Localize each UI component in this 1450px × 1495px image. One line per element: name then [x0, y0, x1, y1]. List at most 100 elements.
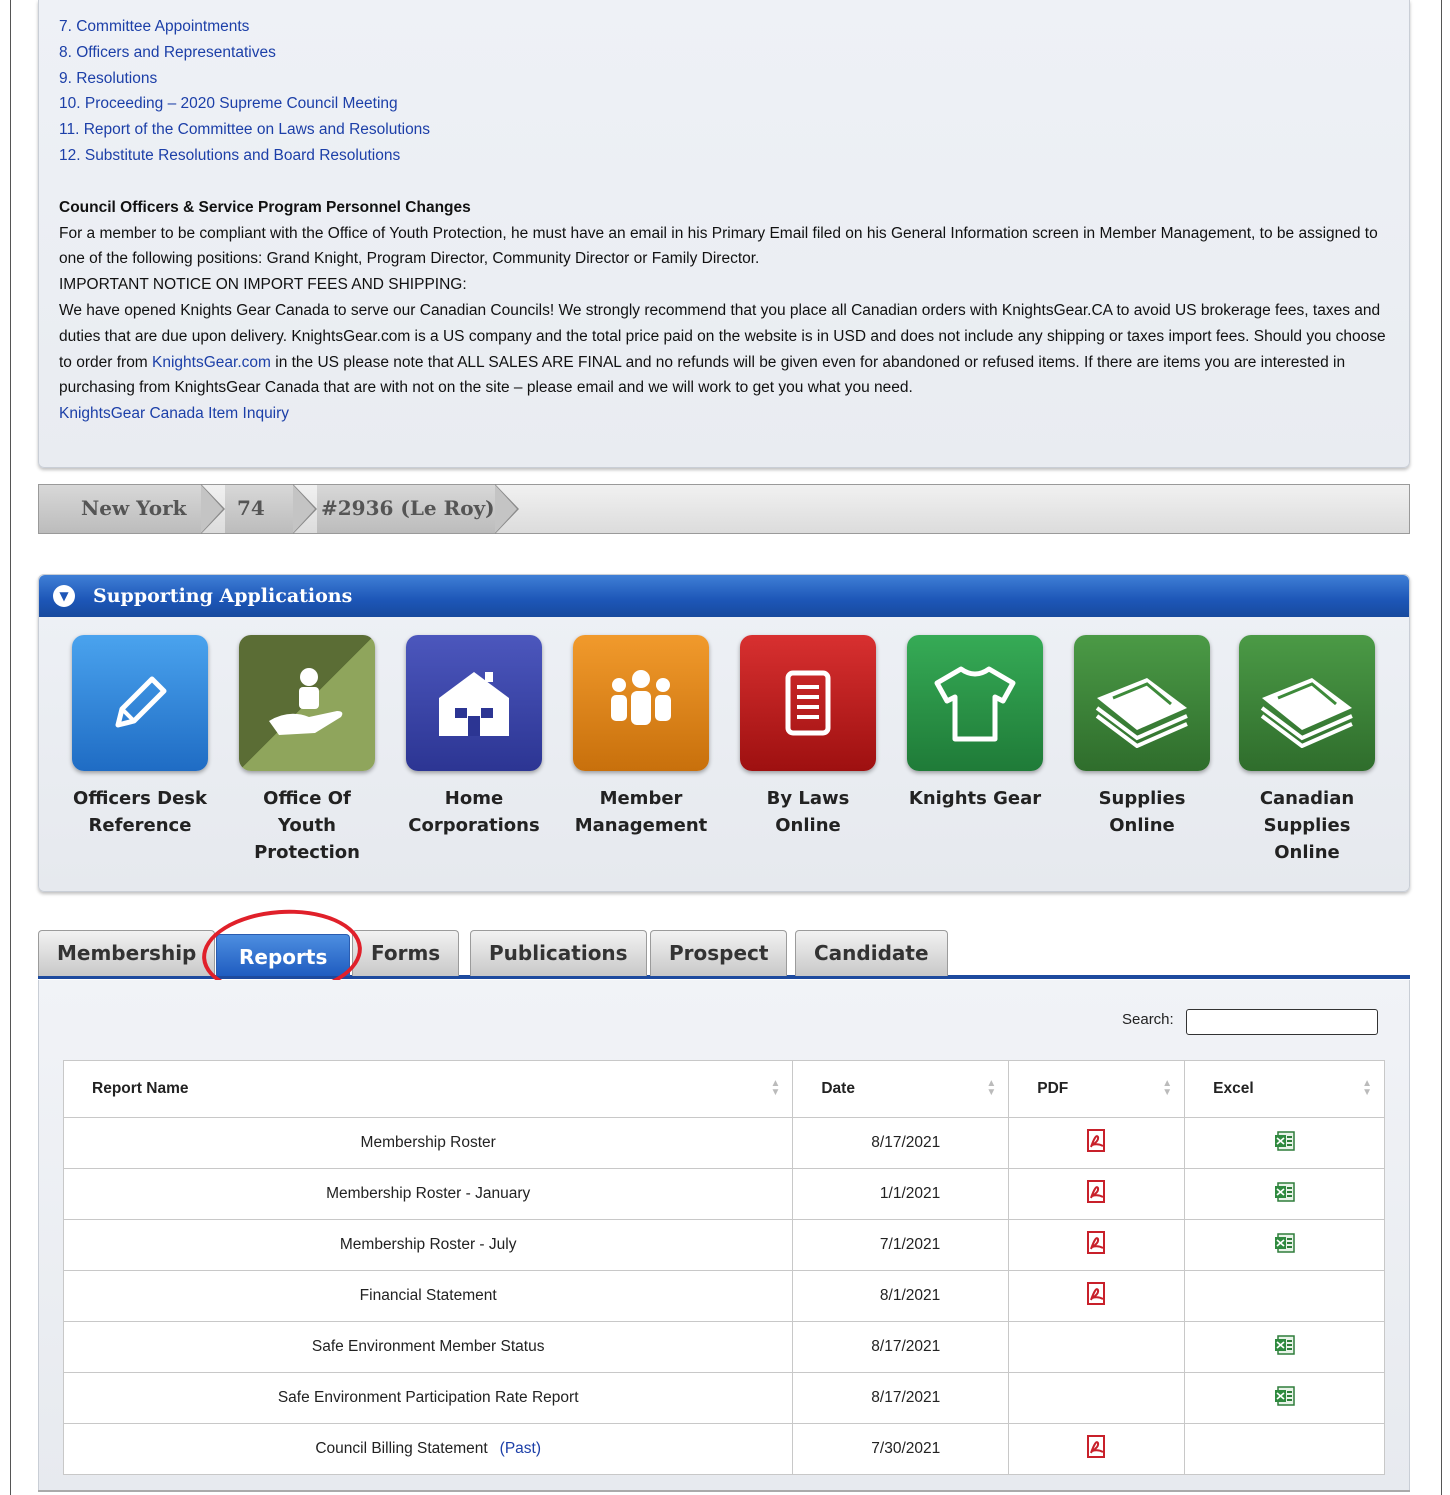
pencil-icon: [72, 635, 208, 771]
notice-item-label[interactable]: 11. Report of the Committee on Laws and …: [59, 121, 430, 138]
app-label: Knights Gear: [908, 788, 1042, 809]
notice-list-item[interactable]: 10. Proceeding – 2020 Supreme Council Me…: [59, 91, 1389, 117]
table-row: Safe Environment Member Status 8/17/2021: [62, 1321, 1385, 1373]
app-home-corporations[interactable]: Home Corporations: [406, 635, 542, 839]
notice-list-item[interactable]: 7. Committee Appointments: [59, 14, 1389, 40]
tab-membership[interactable]: Membership: [38, 930, 216, 976]
column-header-pdf[interactable]: PDF ▲ ▼: [1008, 1060, 1186, 1118]
tshirt-icon: [907, 635, 1043, 771]
collapse-icon[interactable]: ▼: [53, 585, 75, 607]
sort-icon: ▲ ▼: [1162, 1078, 1173, 1098]
report-name-cell: Safe Environment Member Status: [62, 1321, 794, 1373]
notice-list-item[interactable]: 11. Report of the Committee on Laws and …: [59, 117, 1389, 143]
notice-item-label[interactable]: 10. Proceeding – 2020 Supreme Council Me…: [59, 95, 398, 112]
pdf-icon[interactable]: [1086, 1230, 1108, 1260]
report-date: 8/17/2021: [792, 1117, 1010, 1169]
table-row: Membership Roster - July 7/1/2021: [62, 1219, 1385, 1271]
breadcrumb-state[interactable]: New York: [39, 484, 225, 534]
app-label: Office Of Youth Protection: [254, 788, 360, 863]
pdf-icon[interactable]: [1086, 1128, 1108, 1158]
excel-icon[interactable]: [1274, 1130, 1296, 1157]
people-icon: [573, 635, 709, 771]
table-row: Membership Roster - January 1/1/2021: [62, 1168, 1385, 1220]
notice-list-item[interactable]: 12. Substitute Resolutions and Board Res…: [59, 143, 1389, 169]
notice-paragraph: For a member to be compliant with the Of…: [59, 224, 1378, 268]
past-statements-link[interactable]: (Past): [500, 1440, 541, 1457]
excel-icon[interactable]: [1274, 1232, 1296, 1259]
report-name: Council Billing Statement: [315, 1440, 488, 1457]
column-header-date[interactable]: Date ▲ ▼: [792, 1060, 1010, 1118]
table-row: Financial Statement 8/1/2021: [62, 1270, 1385, 1322]
tab-candidate[interactable]: Candidate: [795, 930, 948, 976]
tab-publications[interactable]: Publications: [470, 930, 647, 976]
table-row: Safe Environment Participation Rate Repo…: [62, 1372, 1385, 1424]
app-office-of-youth-protection[interactable]: Office Of Youth Protection: [239, 635, 375, 866]
notice-item-label[interactable]: 8. Officers and Representatives: [59, 44, 276, 61]
app-knights-gear[interactable]: Knights Gear: [907, 635, 1043, 812]
supporting-applications-panel: ▼ Supporting Applications Officers Desk R…: [38, 574, 1410, 892]
report-name: Membership Roster - July: [339, 1236, 517, 1253]
notice-item-label[interactable]: 7. Committee Appointments: [59, 18, 249, 35]
breadcrumb-district[interactable]: 74: [225, 484, 317, 534]
sort-icon: ▲ ▼: [770, 1078, 781, 1098]
pdf-cell: [1008, 1372, 1186, 1424]
column-header-excel[interactable]: Excel ▲ ▼: [1184, 1060, 1385, 1118]
report-name-cell: Financial Statement: [62, 1270, 794, 1322]
table-row: Council Billing Statement (Past) 7/30/2021: [62, 1423, 1385, 1475]
notice-list-item[interactable]: 8. Officers and Representatives: [59, 40, 1389, 66]
item-inquiry-link[interactable]: KnightsGear Canada Item Inquiry: [59, 405, 289, 422]
panel-title: Supporting Applications: [93, 585, 353, 607]
report-name: Membership Roster: [360, 1134, 496, 1151]
notice-list-item[interactable]: 9. Resolutions: [59, 66, 1389, 92]
chevron-right-icon: [495, 485, 517, 533]
report-name: Safe Environment Member Status: [311, 1338, 545, 1355]
excel-icon[interactable]: [1274, 1181, 1296, 1208]
search-input[interactable]: [1186, 1009, 1378, 1035]
report-name: Membership Roster - January: [326, 1185, 531, 1202]
report-name-cell: Membership Roster: [62, 1117, 794, 1169]
app-supplies-online[interactable]: Supplies Online: [1074, 635, 1210, 839]
tab-prospect[interactable]: Prospect: [650, 930, 788, 976]
pdf-cell: [1008, 1321, 1186, 1373]
notice-panel: 7. Committee Appointments 8. Officers an…: [38, 0, 1410, 468]
pdf-cell: [1008, 1168, 1186, 1220]
supporting-applications-header[interactable]: ▼ Supporting Applications: [39, 575, 1409, 617]
app-officers-desk-reference[interactable]: Officers Desk Reference: [72, 635, 208, 839]
table-header-row: Report Name ▲ ▼ Date ▲ ▼ PDF ▲ ▼ Excel ▲ ▼: [62, 1060, 1385, 1118]
report-name-cell: Membership Roster - July: [62, 1219, 794, 1271]
app-by-laws-online[interactable]: By Laws Online: [740, 635, 876, 839]
report-date: 7/1/2021: [792, 1219, 1010, 1271]
pdf-icon[interactable]: [1086, 1179, 1108, 1209]
excel-icon[interactable]: [1274, 1385, 1296, 1412]
report-date: 1/1/2021: [792, 1168, 1010, 1220]
pdf-cell: [1008, 1423, 1186, 1475]
app-label: Supplies Online: [1098, 788, 1186, 836]
breadcrumb-label: #2936 (Le Roy): [321, 496, 495, 520]
column-header-report-name[interactable]: Report Name ▲ ▼: [62, 1060, 794, 1118]
excel-cell: [1184, 1321, 1385, 1373]
notice-item-label[interactable]: 12. Substitute Resolutions and Board Res…: [59, 147, 400, 164]
pdf-icon[interactable]: [1086, 1281, 1108, 1311]
pdf-cell: [1008, 1219, 1186, 1271]
breadcrumb-council[interactable]: #2936 (Le Roy): [317, 484, 519, 534]
excel-cell: [1184, 1423, 1385, 1475]
report-date: 7/30/2021: [792, 1423, 1010, 1475]
report-name: Financial Statement: [359, 1287, 497, 1304]
document-icon: [740, 635, 876, 771]
pdf-cell: [1008, 1117, 1186, 1169]
tab-forms[interactable]: Forms: [352, 930, 460, 976]
youth-protection-icon: [239, 635, 375, 771]
app-member-management[interactable]: Member Management: [573, 635, 709, 839]
excel-cell: [1184, 1219, 1385, 1271]
notice-item-label[interactable]: 9. Resolutions: [59, 70, 157, 87]
pdf-icon[interactable]: [1086, 1434, 1108, 1464]
app-canadian-supplies-online[interactable]: Canadian Supplies Online: [1239, 635, 1375, 866]
knightsgear-link[interactable]: KnightsGear.com: [152, 354, 271, 371]
app-label: Canadian Supplies Online: [1259, 788, 1355, 863]
chevron-right-icon: [201, 485, 223, 533]
breadcrumb: New York 74 #2936 (Le Roy): [38, 484, 1410, 534]
notice-important: IMPORTANT NOTICE ON IMPORT FEES AND SHIP…: [59, 276, 467, 294]
excel-icon[interactable]: [1274, 1334, 1296, 1361]
report-date: 8/17/2021: [792, 1321, 1010, 1373]
table-body: Membership Roster 8/17/2021 Membership Ros…: [62, 1117, 1385, 1475]
